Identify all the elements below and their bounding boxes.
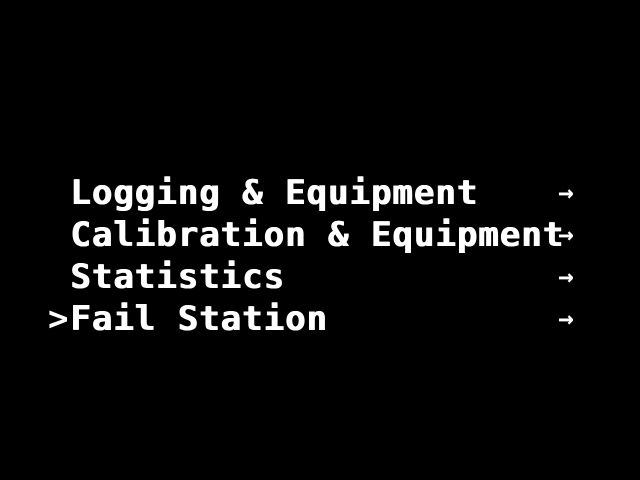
right-arrow-icon: → bbox=[558, 304, 575, 334]
selection-cursor-icon: > bbox=[48, 299, 70, 339]
menu-item-label: Logging & Equipment bbox=[70, 173, 478, 213]
menu-item-label: Statistics bbox=[70, 257, 285, 297]
menu-item-label: Calibration & Equipment bbox=[70, 215, 564, 255]
right-arrow-icon: → bbox=[558, 220, 575, 250]
menu-item-logging[interactable]: Logging & Equipment → bbox=[48, 172, 608, 214]
right-arrow-icon: → bbox=[558, 262, 575, 292]
terminal-screen: Logging & Equipment → Calibration & Equi… bbox=[0, 0, 640, 480]
main-menu: Logging & Equipment → Calibration & Equi… bbox=[48, 172, 608, 340]
menu-item-fail-station[interactable]: > Fail Station → bbox=[48, 298, 608, 340]
right-arrow-icon: → bbox=[558, 178, 575, 208]
menu-item-statistics[interactable]: Statistics → bbox=[48, 256, 608, 298]
menu-item-label: Fail Station bbox=[70, 299, 328, 339]
menu-item-calibration[interactable]: Calibration & Equipment → bbox=[48, 214, 608, 256]
